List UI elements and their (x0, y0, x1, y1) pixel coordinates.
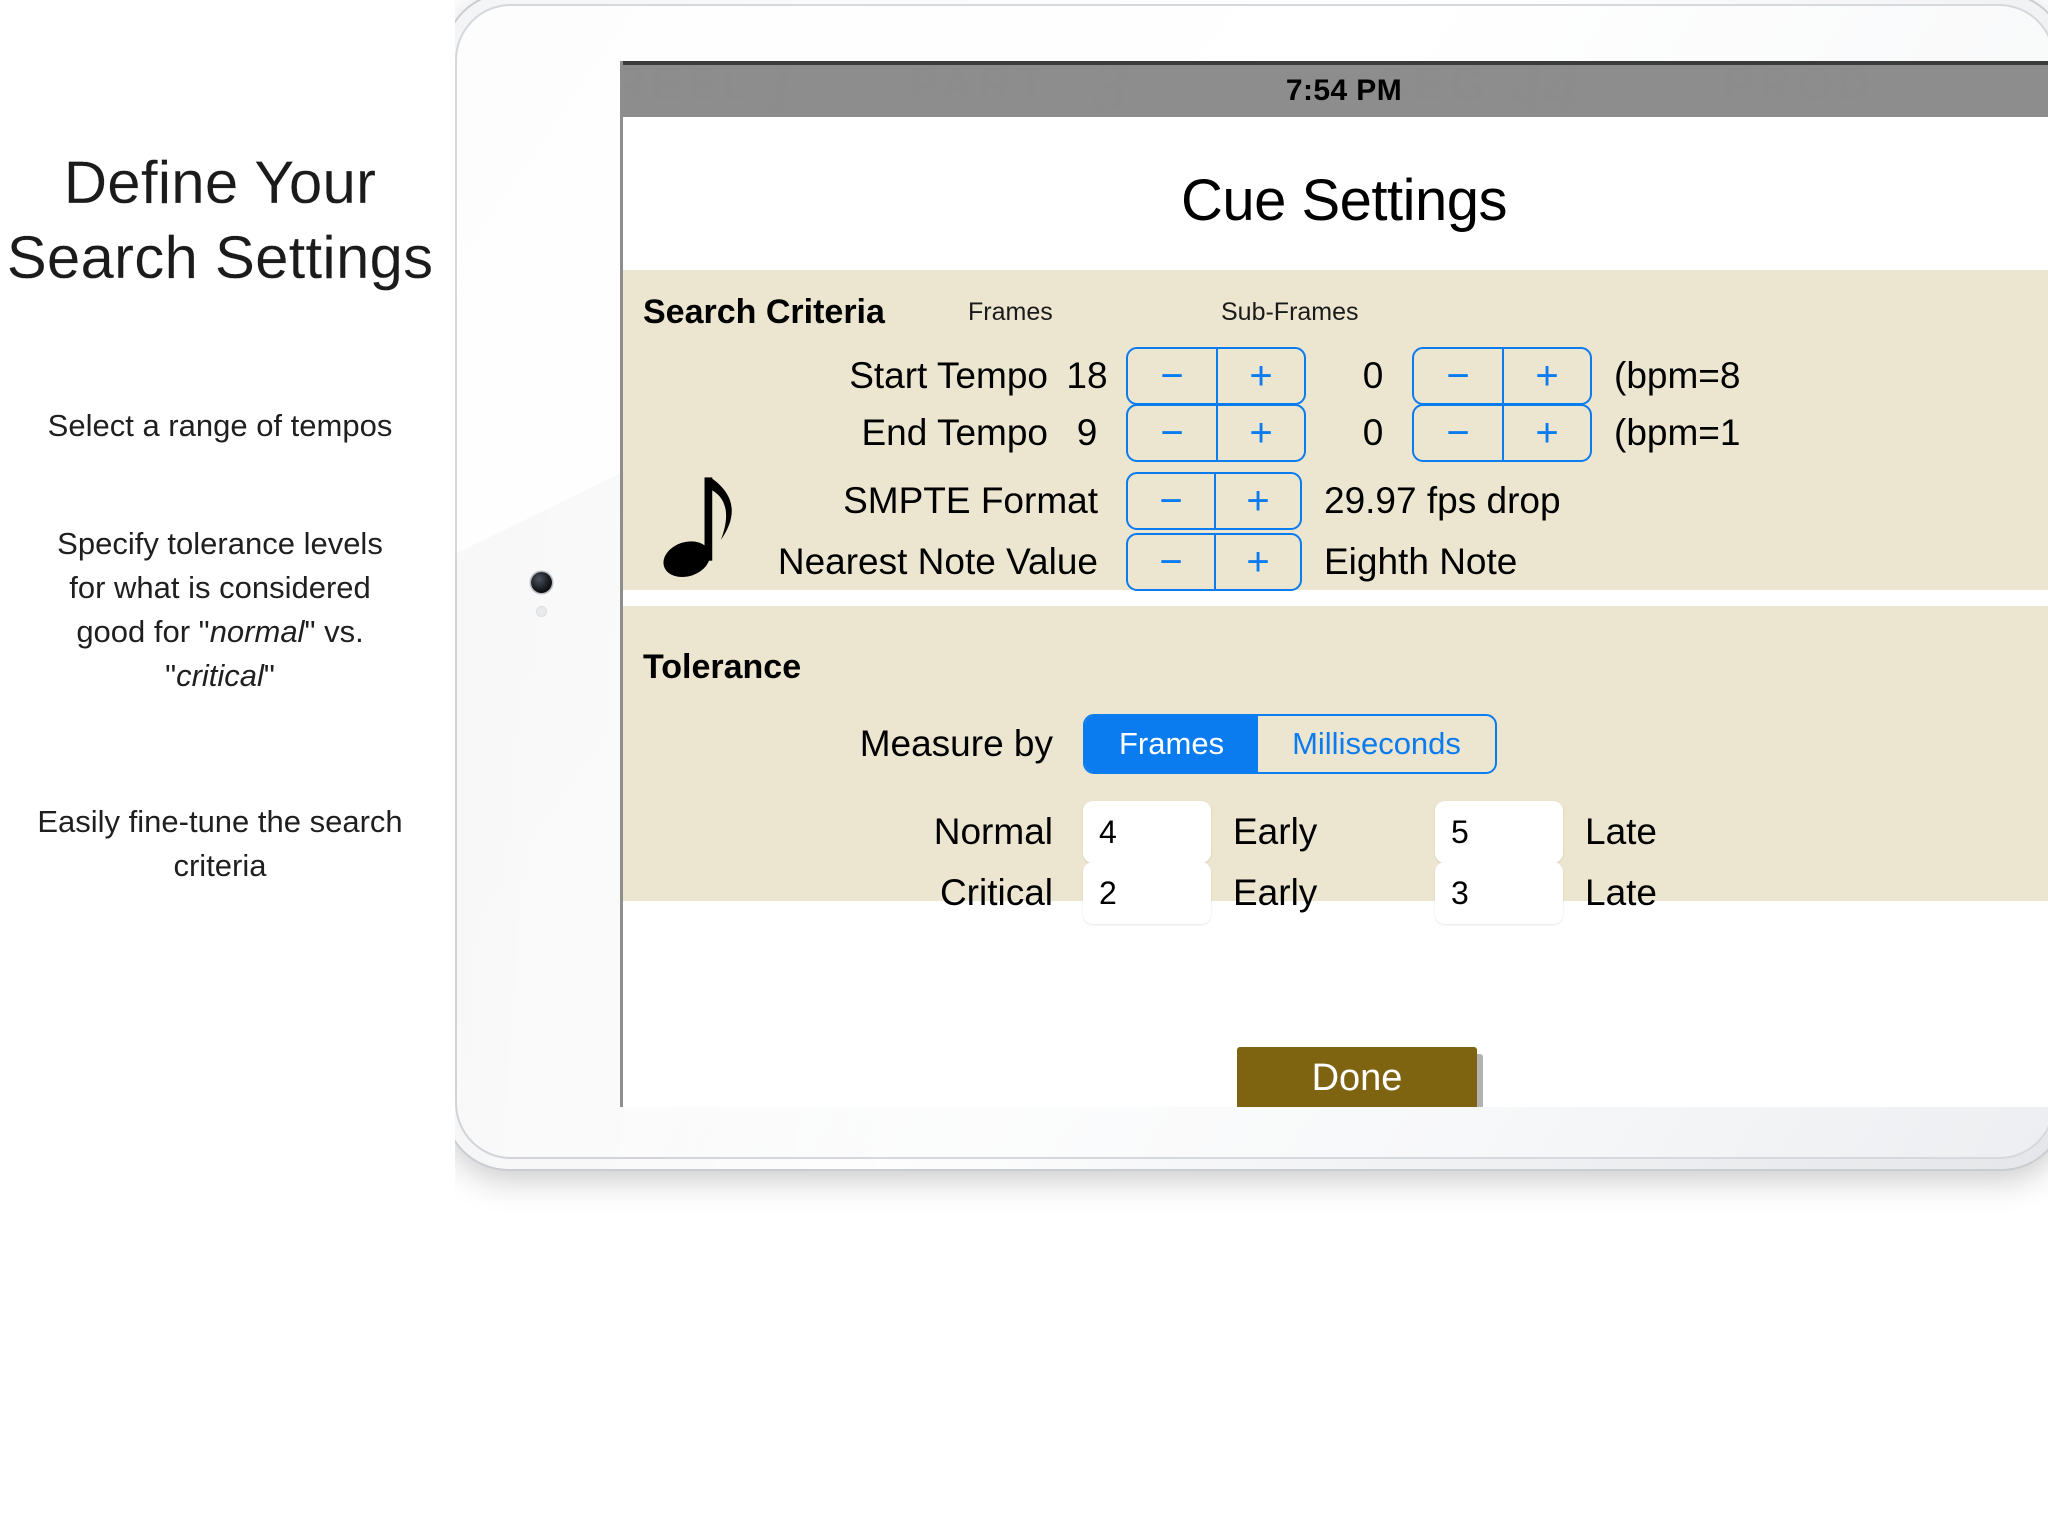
app-content: Cue Settings Search Criteria Frames Sub-… (623, 117, 2048, 1107)
headline-line-1: Define Your (63, 149, 377, 216)
tolerance-normal-row: Normal Early Late (623, 801, 1658, 863)
nearest-note-value-plus-button[interactable]: + (1214, 535, 1300, 589)
start-tempo-frames-stepper[interactable]: − + (1126, 347, 1306, 405)
search-criteria-card: Search Criteria Frames Sub-Frames Start … (623, 270, 2048, 592)
measure-by-row: Measure by Frames Milliseconds (623, 714, 1497, 774)
blurb-1-text: Select a range of tempos (47, 408, 393, 443)
ambient-light-sensor-icon (536, 606, 547, 617)
page-headline: Define Your Search Settings (0, 145, 440, 295)
start-tempo-subframes-value: 0 (1362, 355, 1384, 396)
blurb-2-line-4-pre: " (165, 658, 177, 693)
blurb-2-emphasis-normal: normal (209, 614, 305, 649)
ipad-screen: REEL 1 PART 3 SEG 44 PROD 7:54 PM Cue Se… (620, 61, 2048, 1107)
blurb-2-line-1: Specify tolerance levels (57, 526, 383, 561)
normal-early-input[interactable] (1083, 801, 1211, 863)
blurb-3-line-2: criteria (173, 848, 267, 883)
marketing-blurb-tempos: Select a range of tempos (0, 404, 440, 448)
end-tempo-bpm-readout: (bpm=1 (1614, 412, 1741, 453)
start-tempo-subframes-minus-button[interactable]: − (1414, 349, 1502, 403)
end-tempo-subframes-stepper[interactable]: − + (1412, 404, 1592, 462)
ios-status-bar: 7:54 PM (623, 61, 2048, 117)
blurb-2-line-3-post: " vs. (304, 614, 364, 649)
end-tempo-subframes-value: 0 (1362, 412, 1384, 453)
measure-by-label: Measure by (859, 723, 1053, 764)
headline-line-2: Search Settings (6, 224, 434, 291)
critical-early-label: Early (1233, 872, 1318, 913)
smpte-format-row: SMPTE Format − + 29.97 fps drop (623, 471, 1561, 531)
column-header-frames: Frames (968, 298, 1053, 326)
tolerance-critical-row: Critical Early Late (623, 862, 1658, 924)
smpte-format-value: 29.97 fps drop (1324, 480, 1561, 521)
screenshot-root: Define Your Search Settings Select a ran… (0, 0, 2048, 1536)
start-tempo-subframes-plus-button[interactable]: + (1502, 349, 1590, 403)
marketing-blurb-finetune: Easily fine-tune the search criteria (0, 800, 440, 888)
page-title: Cue Settings (1180, 168, 1508, 233)
start-tempo-label: Start Tempo (849, 355, 1048, 396)
done-button[interactable]: Done (1237, 1047, 1477, 1107)
measure-by-option-frames[interactable]: Frames (1085, 716, 1259, 772)
smpte-format-minus-button[interactable]: − (1128, 474, 1214, 528)
critical-early-input[interactable] (1083, 862, 1211, 924)
start-tempo-frames-minus-button[interactable]: − (1128, 349, 1216, 403)
critical-late-input[interactable] (1435, 862, 1563, 924)
end-tempo-subframes-plus-button[interactable]: + (1502, 406, 1590, 460)
measure-by-segmented-control[interactable]: Frames Milliseconds (1083, 714, 1497, 774)
start-tempo-row: Start Tempo 18 − + 0 − + (bpm=8 (623, 346, 1740, 406)
measure-by-option-milliseconds[interactable]: Milliseconds (1258, 716, 1495, 772)
start-tempo-subframes-stepper[interactable]: − + (1412, 347, 1592, 405)
tolerance-heading: Tolerance (643, 648, 802, 686)
ipad-device: REEL 1 PART 3 SEG 44 PROD 7:54 PM Cue Se… (445, 0, 2048, 1169)
blurb-2-line-3-pre: good for " (76, 614, 210, 649)
smpte-format-stepper[interactable]: − + (1126, 472, 1302, 530)
end-tempo-subframes-minus-button[interactable]: − (1414, 406, 1502, 460)
end-tempo-label: End Tempo (861, 412, 1049, 453)
camera-icon (531, 572, 552, 593)
critical-late-label: Late (1585, 872, 1658, 913)
tolerance-critical-label: Critical (939, 872, 1053, 913)
end-tempo-frames-minus-button[interactable]: − (1128, 406, 1216, 460)
status-bar-clock: 7:54 PM (1285, 74, 1403, 107)
start-tempo-frames-value: 18 (1066, 355, 1108, 396)
search-criteria-heading: Search Criteria (643, 293, 885, 331)
blurb-2-emphasis-critical: critical (176, 658, 264, 693)
smpte-format-label: SMPTE Format (843, 480, 1098, 521)
nearest-note-value-minus-button[interactable]: − (1128, 535, 1214, 589)
start-tempo-frames-plus-button[interactable]: + (1216, 349, 1304, 403)
blurb-3-line-1: Easily fine-tune the search (37, 804, 403, 839)
end-tempo-frames-stepper[interactable]: − + (1126, 404, 1306, 462)
column-header-subframes: Sub-Frames (1221, 298, 1359, 326)
blurb-2-line-4-post: " (263, 658, 275, 693)
tolerance-normal-label: Normal (933, 811, 1053, 852)
end-tempo-frames-plus-button[interactable]: + (1216, 406, 1304, 460)
nearest-note-value-row: Nearest Note Value − + Eighth Note (623, 532, 1517, 592)
marketing-column: Define Your Search Settings Select a ran… (0, 0, 455, 1536)
normal-early-label: Early (1233, 811, 1318, 852)
tolerance-card: Tolerance Measure by Frames Milliseconds… (623, 606, 2048, 924)
nearest-note-value-label: Nearest Note Value (777, 541, 1098, 582)
start-tempo-bpm-readout: (bpm=8 (1614, 355, 1741, 396)
end-tempo-frames-value: 9 (1076, 412, 1098, 453)
normal-late-input[interactable] (1435, 801, 1563, 863)
nearest-note-value-stepper[interactable]: − + (1126, 533, 1302, 591)
marketing-blurb-tolerance: Specify tolerance levels for what is con… (0, 522, 440, 698)
smpte-format-plus-button[interactable]: + (1214, 474, 1300, 528)
end-tempo-row: End Tempo 9 − + 0 − + (bpm=1 (623, 403, 1740, 463)
nearest-note-value-readout: Eighth Note (1324, 541, 1518, 582)
blurb-2-line-2: for what is considered (69, 570, 371, 605)
done-button-container: Done (623, 1047, 2048, 1107)
normal-late-label: Late (1585, 811, 1658, 852)
